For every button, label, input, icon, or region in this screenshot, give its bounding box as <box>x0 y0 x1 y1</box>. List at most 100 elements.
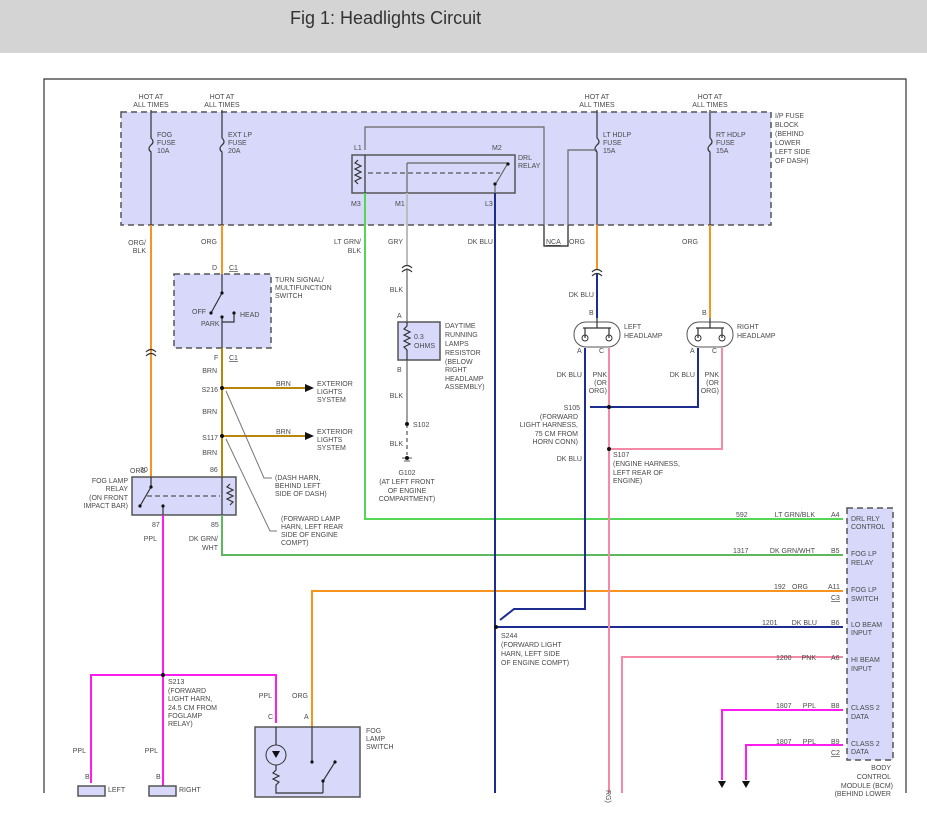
hot-label-lt: HOT ATALL TIMES <box>579 94 615 109</box>
svg-text:L3: L3 <box>485 201 493 208</box>
svg-text:FUSE: FUSE <box>716 140 735 147</box>
svg-text:PNK: PNK <box>593 372 608 379</box>
headlights-circuit-diagram: I/P FUSE BLOCK (BEHIND LOWER LEFT SIDE OF D… <box>43 78 907 803</box>
svg-text:LAMPS: LAMPS <box>445 341 469 348</box>
svg-text:192: 192 <box>774 584 786 591</box>
splice-s244 <box>494 625 498 629</box>
s213-label: S213 (FORWARDLIGHT HARN, 24.5 CM FROMFOGLA… <box>168 679 217 728</box>
pin-label: B <box>85 774 90 781</box>
wire-label-pnk-left: PNK(ORORG) <box>589 372 608 395</box>
svg-text:ASSEMBLY): ASSEMBLY) <box>445 384 485 391</box>
svg-text:BLOCK: BLOCK <box>775 122 799 129</box>
svg-text:DK GRN/: DK GRN/ <box>189 536 218 543</box>
svg-text:PARK: PARK <box>201 321 220 328</box>
wire-label-dk-blu: DK BLU <box>557 456 582 463</box>
wire-label-ppl: PPL <box>145 748 158 755</box>
svg-text:LAMP: LAMP <box>366 736 385 743</box>
svg-text:WHT: WHT <box>202 545 219 552</box>
svg-text:RELAY: RELAY <box>851 560 874 567</box>
nca-label: NCA <box>546 239 561 246</box>
svg-text:(BEHIND LOWER: (BEHIND LOWER <box>835 791 891 798</box>
wire-label-ppl: PPL <box>144 536 157 543</box>
svg-text:CLASS 2: CLASS 2 <box>851 705 880 712</box>
wire-label-org: ORG <box>682 239 698 246</box>
svg-text:OF ENGINE COMPT): OF ENGINE COMPT) <box>501 660 569 667</box>
svg-text:(FORWARD: (FORWARD <box>540 414 578 421</box>
svg-text:LEFT: LEFT <box>624 324 642 331</box>
svg-text:C2: C2 <box>831 750 840 757</box>
svg-text:OF ENGINE: OF ENGINE <box>388 488 427 495</box>
svg-text:DRL RLY: DRL RLY <box>851 516 880 523</box>
left-headlamp: B A C LEFT HEADLAMP <box>573 310 663 355</box>
svg-text:SIDE OF ENGINE: SIDE OF ENGINE <box>281 532 338 539</box>
svg-text:15A: 15A <box>603 148 616 155</box>
svg-text:(BEHIND: (BEHIND <box>775 131 804 138</box>
svg-text:I/P FUSE: I/P FUSE <box>775 113 804 120</box>
dash-harn-note: (DASH HARN,BEHIND LEFTSIDE OF DASH) <box>275 475 327 498</box>
svg-text:S107: S107 <box>613 452 629 459</box>
svg-text:EXTERIOR: EXTERIOR <box>317 381 353 388</box>
wire-label-blk: BLK <box>390 393 404 400</box>
svg-text:INPUT: INPUT <box>851 630 873 637</box>
svg-text:RIGHT: RIGHT <box>179 787 202 794</box>
wire-ppl-fog <box>90 515 277 793</box>
svg-text:LEFT SIDE: LEFT SIDE <box>775 149 811 156</box>
svg-text:C3: C3 <box>831 595 840 602</box>
cut-off-wire-label: RG) <box>604 790 611 803</box>
arrow-down-icon <box>718 781 750 788</box>
exterior-lights-label-2: EXTERIORLIGHTSSYSTEM <box>317 429 353 452</box>
svg-text:FOG LP: FOG LP <box>851 587 877 594</box>
svg-text:G102: G102 <box>398 470 415 477</box>
splice-s107 <box>607 447 611 451</box>
turn-signal-multifunction-switch: D C1 TURN SIGNAL/MULTIFUNCTIONSWITCH OFF … <box>173 265 332 362</box>
svg-text:C: C <box>712 348 717 355</box>
wire-label-gry: GRY <box>388 239 403 246</box>
bcm-name: BODY CONTROL MODULE (BCM)(BEHIND LOWER <box>835 765 893 798</box>
wire-pnk <box>608 348 843 793</box>
svg-text:D: D <box>212 265 217 272</box>
svg-text:24.5 CM FROM: 24.5 CM FROM <box>168 705 217 712</box>
svg-text:LIGHT HARNESS,: LIGHT HARNESS, <box>520 422 578 429</box>
svg-text:BLK: BLK <box>348 248 362 255</box>
svg-text:INPUT: INPUT <box>851 666 873 673</box>
wire-label-blk: BLK <box>390 287 404 294</box>
svg-text:ORG): ORG) <box>701 388 719 395</box>
svg-text:DATA: DATA <box>851 749 869 756</box>
svg-text:RUNNING: RUNNING <box>445 332 478 339</box>
svg-text:(FORWARD LIGHT: (FORWARD LIGHT <box>501 642 562 649</box>
svg-text:FOG LAMP: FOG LAMP <box>92 478 129 485</box>
splice-s213 <box>161 673 165 677</box>
svg-text:FUSE: FUSE <box>157 140 176 147</box>
splice-label-s102: S102 <box>413 422 429 429</box>
wire-label-org-blk: ORG/BLK <box>128 240 146 255</box>
svg-text:ALL TIMES: ALL TIMES <box>204 102 240 109</box>
s107-label: S107 (ENGINE HARNESS, LEFT REAR OFENGINE) <box>613 452 680 485</box>
exterior-lights-label-1: EXTERIORLIGHTSSYSTEM <box>317 381 353 404</box>
svg-text:(ENGINE HARNESS,: (ENGINE HARNESS, <box>613 461 680 468</box>
wire-label-dk-blu: DK BLU <box>468 239 493 246</box>
svg-text:EXT LP: EXT LP <box>228 132 252 139</box>
svg-text:LT GRN/: LT GRN/ <box>334 239 361 246</box>
svg-text:C: C <box>268 714 273 721</box>
svg-text:592: 592 <box>736 512 748 519</box>
svg-text:OFF: OFF <box>192 309 206 316</box>
svg-text:LO BEAM: LO BEAM <box>851 622 882 629</box>
svg-text:A: A <box>577 348 582 355</box>
svg-text:85: 85 <box>211 522 219 529</box>
svg-text:M3: M3 <box>351 201 361 208</box>
svg-text:86: 86 <box>210 467 218 474</box>
splice-s102 <box>405 422 409 426</box>
svg-text:F: F <box>214 355 218 362</box>
svg-text:B6: B6 <box>831 620 840 627</box>
svg-text:HOT AT: HOT AT <box>585 94 610 101</box>
svg-text:BEHIND LEFT: BEHIND LEFT <box>275 483 321 490</box>
svg-text:FUSE: FUSE <box>603 140 622 147</box>
svg-text:SYSTEM: SYSTEM <box>317 445 346 452</box>
wire-org-fog-switch <box>311 590 843 727</box>
svg-text:ORG/: ORG/ <box>128 240 146 247</box>
svg-text:PPL: PPL <box>803 739 816 746</box>
wire-label-pnk-right: PNK(ORORG) <box>701 372 720 395</box>
svg-text:A: A <box>690 348 695 355</box>
ground-point <box>405 456 409 460</box>
splice-label-s117: S117 <box>202 435 218 442</box>
